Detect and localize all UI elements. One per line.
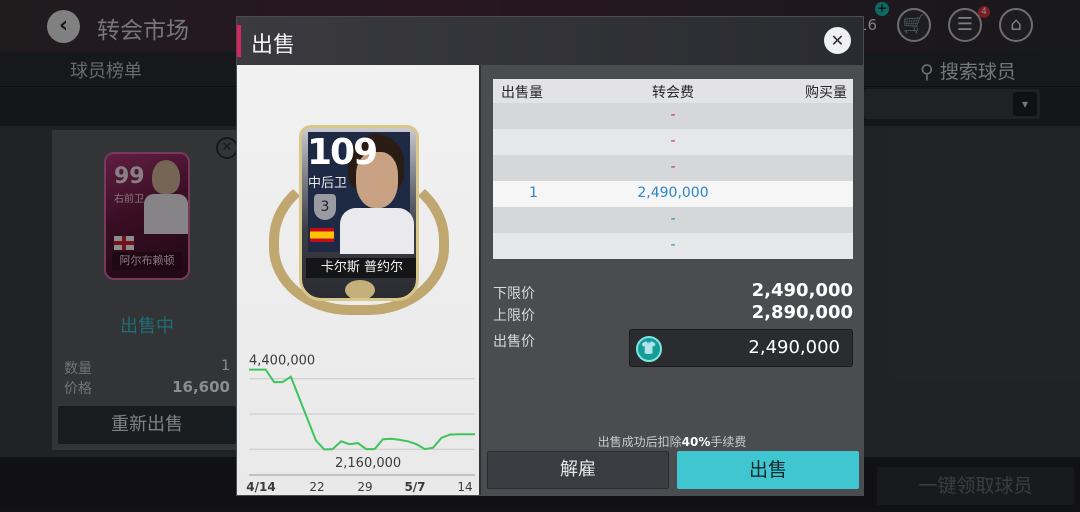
upper-limit-label: 上限价 [493,308,535,324]
table-row[interactable]: - [493,103,853,129]
sell-price-label: 出售价 [493,334,535,350]
sell-price-input[interactable]: 👕 2,490,000 [629,329,853,367]
chart-x-tick-label: 4/14 [246,480,275,494]
sell-button[interactable]: 出售 [677,451,859,489]
lower-limit-value: 2,490,000 [751,280,853,301]
table-row[interactable]: 1 2,490,000 [493,181,853,207]
row-fee: - [670,159,676,175]
chart-max-label: 4,400,000 [249,354,315,369]
price-series-line [249,368,475,451]
row-fee: - [670,107,676,123]
chart-x-tick-label: 5/7 [404,480,425,494]
sell-panel: 出售量 转会费 购买量 - - - 1 2,490,000 - - 下限价 2,490,00… [481,65,863,495]
chart-x-tick-label: 14 [457,480,472,494]
release-button[interactable]: 解雇 [487,451,669,489]
header-accent [237,25,241,57]
dialog-header: 出售 ✕ [237,17,863,65]
listing-table: 出售量 转会费 购买量 - - - 1 2,490,000 - - [493,79,853,259]
spain-flag-icon [310,228,334,242]
fee-note-prefix: 出售成功后扣除 [597,435,682,449]
table-header: 出售量 转会费 购买量 [493,79,853,103]
chart-x-tick-label: 29 [357,480,372,494]
player-card: 109 中后卫 3 卡尔斯 普约尔 [269,125,449,325]
player-panel: 109 中后卫 3 卡尔斯 普约尔 4,400,000 2,160,000 4/14… [237,65,479,495]
row-fee: - [670,133,676,149]
upper-limit-value: 2,890,000 [751,302,853,323]
lower-limit-row: 下限价 2,490,000 [493,280,853,303]
card-rating: 109 [307,132,378,173]
header-buy: 购买量 [805,85,847,101]
price-history-chart: 4,400,000 2,160,000 4/14 22 29 5/7 14 [246,354,475,494]
table-row[interactable]: - [493,129,853,155]
table-row[interactable]: - [493,155,853,181]
player-kit [340,208,414,254]
fee-note: 出售成功后扣除40%手续费 [481,433,863,450]
row-fee: 2,490,000 [637,185,709,201]
close-button[interactable]: ✕ [824,27,851,54]
chart-x-tick-label: 22 [309,480,324,494]
table-body: - - - 1 2,490,000 - - [493,103,853,259]
coin-icon: 👕 [636,336,662,362]
close-icon: ✕ [830,31,845,50]
header-fee: 转会费 [652,85,694,101]
card-position: 中后卫 [308,176,348,191]
row-fee: - [670,237,676,253]
level-shield-icon: 3 [314,194,336,220]
card-player-name: 卡尔斯 普约尔 [306,258,416,278]
upper-limit-row: 上限价 2,890,000 [493,302,853,325]
card-frame: 109 中后卫 3 卡尔斯 普约尔 [299,125,419,301]
table-row[interactable]: - [493,233,853,259]
fee-note-suffix: 手续费 [710,435,747,449]
fee-note-percent: 40% [681,435,711,449]
row-fee: - [670,211,676,227]
chart-min-label: 2,160,000 [335,456,401,471]
lower-limit-label: 下限价 [493,286,535,302]
sell-dialog: 出售 ✕ 109 中后卫 3 卡尔斯 普约尔 4,400,000 2,160,00… [236,16,864,496]
sell-price-value: 2,490,000 [748,337,840,358]
table-row[interactable]: - [493,207,853,233]
medal-icon [345,280,375,298]
dialog-title: 出售 [251,33,296,58]
